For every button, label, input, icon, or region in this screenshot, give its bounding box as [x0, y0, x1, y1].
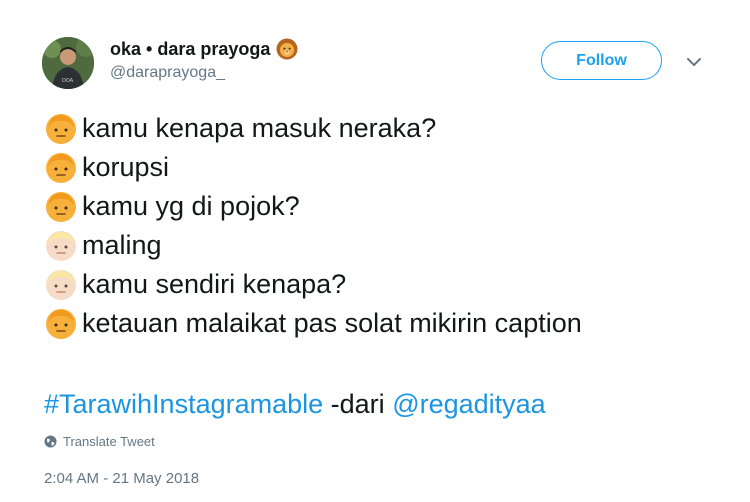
translate-tweet-link[interactable]: Translate Tweet — [44, 434, 155, 449]
tweet-line-text: korupsi — [82, 152, 170, 182]
face-icon — [46, 308, 76, 339]
face-icon — [46, 113, 76, 144]
tweet-line: kamu kenapa masuk neraka? — [44, 109, 582, 148]
tweet-line: kamu yg di pojok? — [44, 187, 582, 226]
tweet-line-text: kamu yg di pojok? — [82, 191, 300, 221]
face-icon — [46, 152, 76, 183]
tweet-line-text: kamu sendiri kenapa? — [82, 269, 347, 299]
hashtag-separator-text: -dari — [323, 389, 393, 419]
author-display-name[interactable]: oka • dara prayoga — [110, 39, 270, 60]
tweet-line-text: ketauan malaikat pas solat mikirin capti… — [82, 308, 582, 338]
chevron-down-icon[interactable] — [684, 52, 704, 72]
tweet-line-text: maling — [82, 230, 162, 260]
author-handle[interactable]: @daraprayoga_ — [110, 64, 225, 82]
avatar[interactable]: DOA — [42, 37, 94, 89]
author-name-row[interactable]: oka • dara prayoga — [110, 38, 298, 60]
lion-face-icon — [276, 38, 298, 60]
tweet-body: kamu kenapa masuk neraka? korupsi kamu y… — [44, 109, 582, 343]
tweet-hashtag-line: #TarawihInstagramable -dari @regadityaa — [44, 389, 546, 420]
face-icon — [46, 191, 76, 222]
globe-icon — [44, 435, 57, 448]
tweet-line: maling — [44, 226, 582, 265]
translate-tweet-label: Translate Tweet — [63, 434, 155, 449]
hashtag-link[interactable]: #TarawihInstagramable — [44, 389, 323, 419]
face-icon — [46, 230, 76, 261]
face-icon — [46, 269, 76, 300]
follow-button[interactable]: Follow — [541, 41, 662, 80]
tweet-line: korupsi — [44, 148, 582, 187]
tweet-line-text: kamu kenapa masuk neraka? — [82, 113, 437, 143]
tweet-line: ketauan malaikat pas solat mikirin capti… — [44, 304, 582, 343]
mention-link[interactable]: @regadityaa — [392, 389, 546, 419]
tweet-line: kamu sendiri kenapa? — [44, 265, 582, 304]
tweet-timestamp[interactable]: 2:04 AM - 21 May 2018 — [44, 470, 199, 487]
svg-text:DOA: DOA — [62, 78, 74, 84]
